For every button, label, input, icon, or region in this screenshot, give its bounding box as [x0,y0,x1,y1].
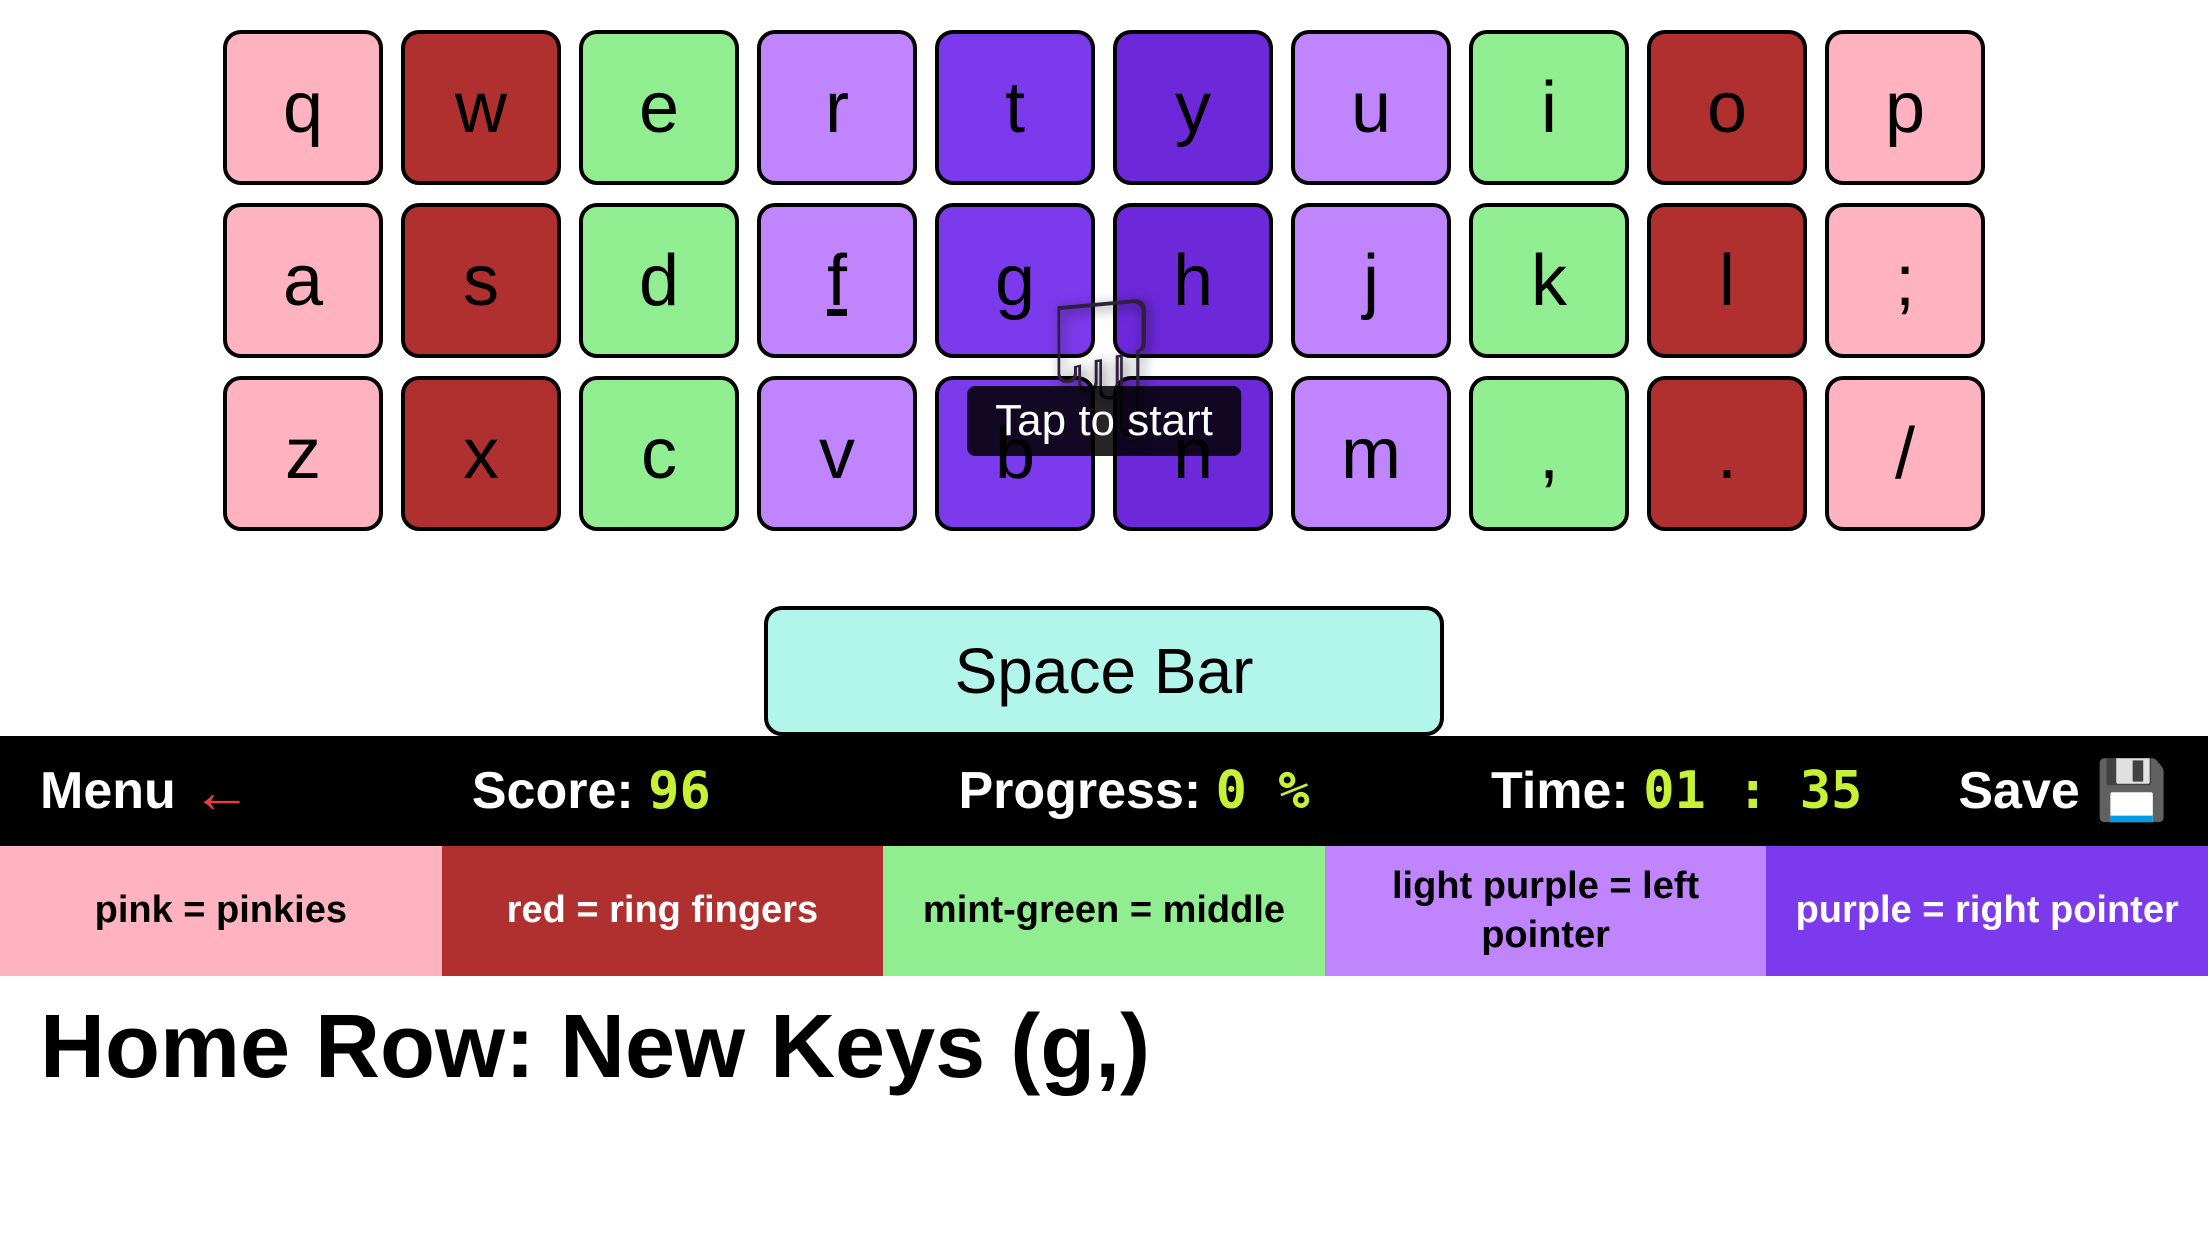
time-stat: Time: 01 : 35 [1405,761,1948,821]
key-d[interactable]: d [579,203,739,358]
menu-section: Menu ← [40,757,320,826]
key-v[interactable]: v [757,376,917,531]
key-x[interactable]: x [401,376,561,531]
key-p[interactable]: p [1825,30,1985,185]
key-e[interactable]: e [579,30,739,185]
key-y[interactable]: y [1113,30,1273,185]
score-value: 96 [648,761,711,821]
key-k[interactable]: k [1469,203,1629,358]
key-row-1: q w e r t y u i o p [40,30,2168,185]
key-j[interactable]: j [1291,203,1451,358]
progress-stat: Progress: 0 % [863,761,1406,821]
key-z[interactable]: z [223,376,383,531]
key-row-2: a s d f g h j k l ; [40,203,2168,358]
legend-red: red = ring fingers [442,846,884,976]
key-h[interactable]: h [1113,203,1273,358]
status-bar: Menu ← Score: 96 Progress: 0 % Time: 01 … [0,736,2208,846]
legend-bar: pink = pinkies red = ring fingers mint-g… [0,846,2208,976]
score-stat: Score: 96 [320,761,863,821]
legend-light-purple: light purple = left pointer [1325,846,1767,976]
menu-label[interactable]: Menu [40,761,176,821]
save-label[interactable]: Save [1958,761,2079,821]
key-w[interactable]: w [401,30,561,185]
key-i[interactable]: i [1469,30,1629,185]
legend-pink: pink = pinkies [0,846,442,976]
key-semicolon[interactable]: ; [1825,203,1985,358]
back-arrow-icon[interactable]: ← [192,757,252,826]
save-section: Save 💾 [1948,757,2168,825]
key-u[interactable]: u [1291,30,1451,185]
legend-purple: purple = right pointer [1766,846,2208,976]
bottom-title: Home Row: New Keys (g,) [0,976,2208,1119]
key-slash[interactable]: / [1825,376,1985,531]
key-r[interactable]: r [757,30,917,185]
key-o[interactable]: o [1647,30,1807,185]
progress-value: 0 % [1216,761,1310,821]
tap-to-start-tooltip[interactable]: Tap to start [967,386,1241,456]
time-label: Time: [1491,762,1629,820]
key-m[interactable]: m [1291,376,1451,531]
key-c[interactable]: c [579,376,739,531]
key-f[interactable]: f [757,203,917,358]
score-label: Score: [472,762,634,820]
keyboard-area: q w e r t y u i o p a s d f g h j k l ; … [0,0,2208,736]
key-period[interactable]: . [1647,376,1807,531]
legend-green: mint-green = middle [883,846,1325,976]
key-t[interactable]: t [935,30,1095,185]
key-q[interactable]: q [223,30,383,185]
save-floppy-icon[interactable]: 💾 [2096,757,2168,825]
key-s[interactable]: s [401,203,561,358]
key-a[interactable]: a [223,203,383,358]
key-comma[interactable]: , [1469,376,1629,531]
key-g[interactable]: g [935,203,1095,358]
time-value: 01 : 35 [1643,761,1862,821]
spacebar-key[interactable]: Space Bar [764,606,1444,736]
spacebar-row: Space Bar [40,606,2168,736]
progress-label: Progress: [958,762,1201,820]
key-l[interactable]: l [1647,203,1807,358]
